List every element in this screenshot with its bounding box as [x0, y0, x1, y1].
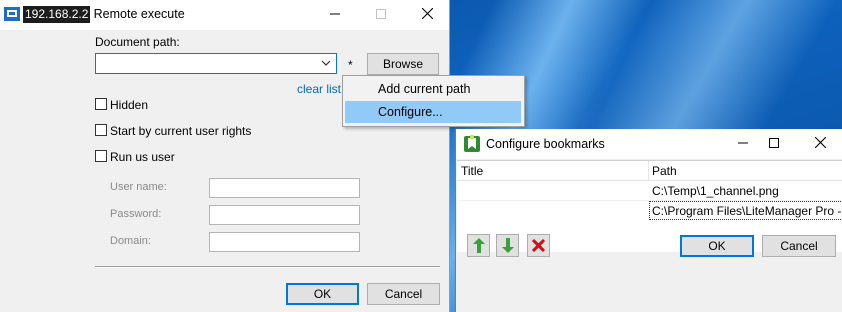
table-row[interactable]: C:\Program Files\LiteManager Pro - Serve…	[457, 201, 842, 220]
delete-x-icon	[531, 238, 546, 253]
chevron-down-icon[interactable]	[321, 58, 331, 68]
username-label: User name:	[110, 181, 167, 193]
bookmarks-titlebar[interactable]: Configure bookmarks	[456, 129, 842, 159]
remote-execute-titlebar[interactable]: 192.168.2.2 - Remote execute	[0, 0, 449, 30]
column-header-title[interactable]: Title	[461, 164, 483, 178]
hidden-checkbox[interactable]	[95, 98, 107, 110]
run-as-user-checkbox[interactable]	[95, 150, 107, 162]
domain-input[interactable]	[209, 232, 360, 252]
ok-button[interactable]: OK	[286, 283, 359, 305]
window-title-ip: 192.168.2.2	[23, 6, 91, 23]
minimize-icon	[330, 13, 340, 15]
run-as-user-label: Run us user	[110, 150, 175, 164]
browse-button[interactable]: Browse	[367, 53, 439, 75]
password-input[interactable]	[209, 205, 360, 225]
app-icon	[4, 7, 20, 21]
required-asterisk: *	[348, 58, 353, 72]
minimize-icon	[738, 142, 748, 144]
delete-bookmark-button[interactable]	[527, 234, 550, 257]
bookmarks-ok-button[interactable]: OK	[680, 235, 754, 257]
path-context-menu: Add current path Configure...	[342, 75, 525, 127]
close-icon	[814, 136, 826, 149]
password-label: Password:	[110, 208, 162, 220]
bookmark-app-icon	[464, 135, 480, 152]
clear-list-link[interactable]: clear list	[297, 82, 341, 96]
divider	[95, 266, 440, 268]
window-title: - Remote execute	[86, 7, 185, 21]
bookmarks-close-button[interactable]	[805, 132, 835, 156]
document-path-combobox[interactable]	[95, 53, 337, 74]
cancel-button[interactable]: Cancel	[367, 283, 440, 305]
move-down-button[interactable]	[496, 234, 519, 257]
row-path-cell[interactable]: C:\Program Files\LiteManager Pro - Serve…	[652, 204, 842, 218]
minimize-button[interactable]	[320, 3, 350, 27]
maximize-icon	[376, 9, 386, 19]
menu-item-configure[interactable]: Configure...	[345, 101, 521, 123]
document-path-label: Document path:	[95, 35, 180, 49]
bookmarks-title: Configure bookmarks	[486, 137, 605, 151]
maximize-button[interactable]	[366, 3, 396, 27]
start-by-user-rights-checkbox[interactable]	[95, 124, 107, 136]
bookmarks-minimize-button[interactable]	[728, 132, 758, 156]
username-input[interactable]	[209, 178, 360, 198]
hidden-label: Hidden	[110, 98, 149, 112]
column-divider[interactable]	[648, 161, 649, 180]
bookmarks-maximize-button[interactable]	[759, 132, 789, 156]
remote-execute-window: 192.168.2.2 - Remote execute Document pa…	[0, 0, 450, 312]
arrow-up-icon	[472, 238, 485, 253]
table-row[interactable]: C:\Temp\1_channel.png	[457, 181, 842, 200]
close-button[interactable]	[412, 3, 442, 27]
move-up-button[interactable]	[467, 234, 490, 257]
configure-bookmarks-window: Configure bookmarks Title Path C:\Temp\1…	[455, 129, 842, 312]
row-path-cell: C:\Temp\1_channel.png	[652, 184, 779, 198]
arrow-down-icon	[501, 238, 514, 253]
close-icon	[421, 7, 433, 20]
menu-item-add-current-path[interactable]: Add current path	[345, 78, 521, 100]
column-header-path[interactable]: Path	[652, 164, 677, 178]
bookmarks-cancel-button[interactable]: Cancel	[762, 235, 836, 257]
domain-label: Domain:	[110, 235, 151, 247]
table-header: Title Path	[457, 161, 842, 181]
start-by-user-rights-label: Start by current user rights	[110, 124, 252, 138]
maximize-icon	[769, 138, 779, 148]
